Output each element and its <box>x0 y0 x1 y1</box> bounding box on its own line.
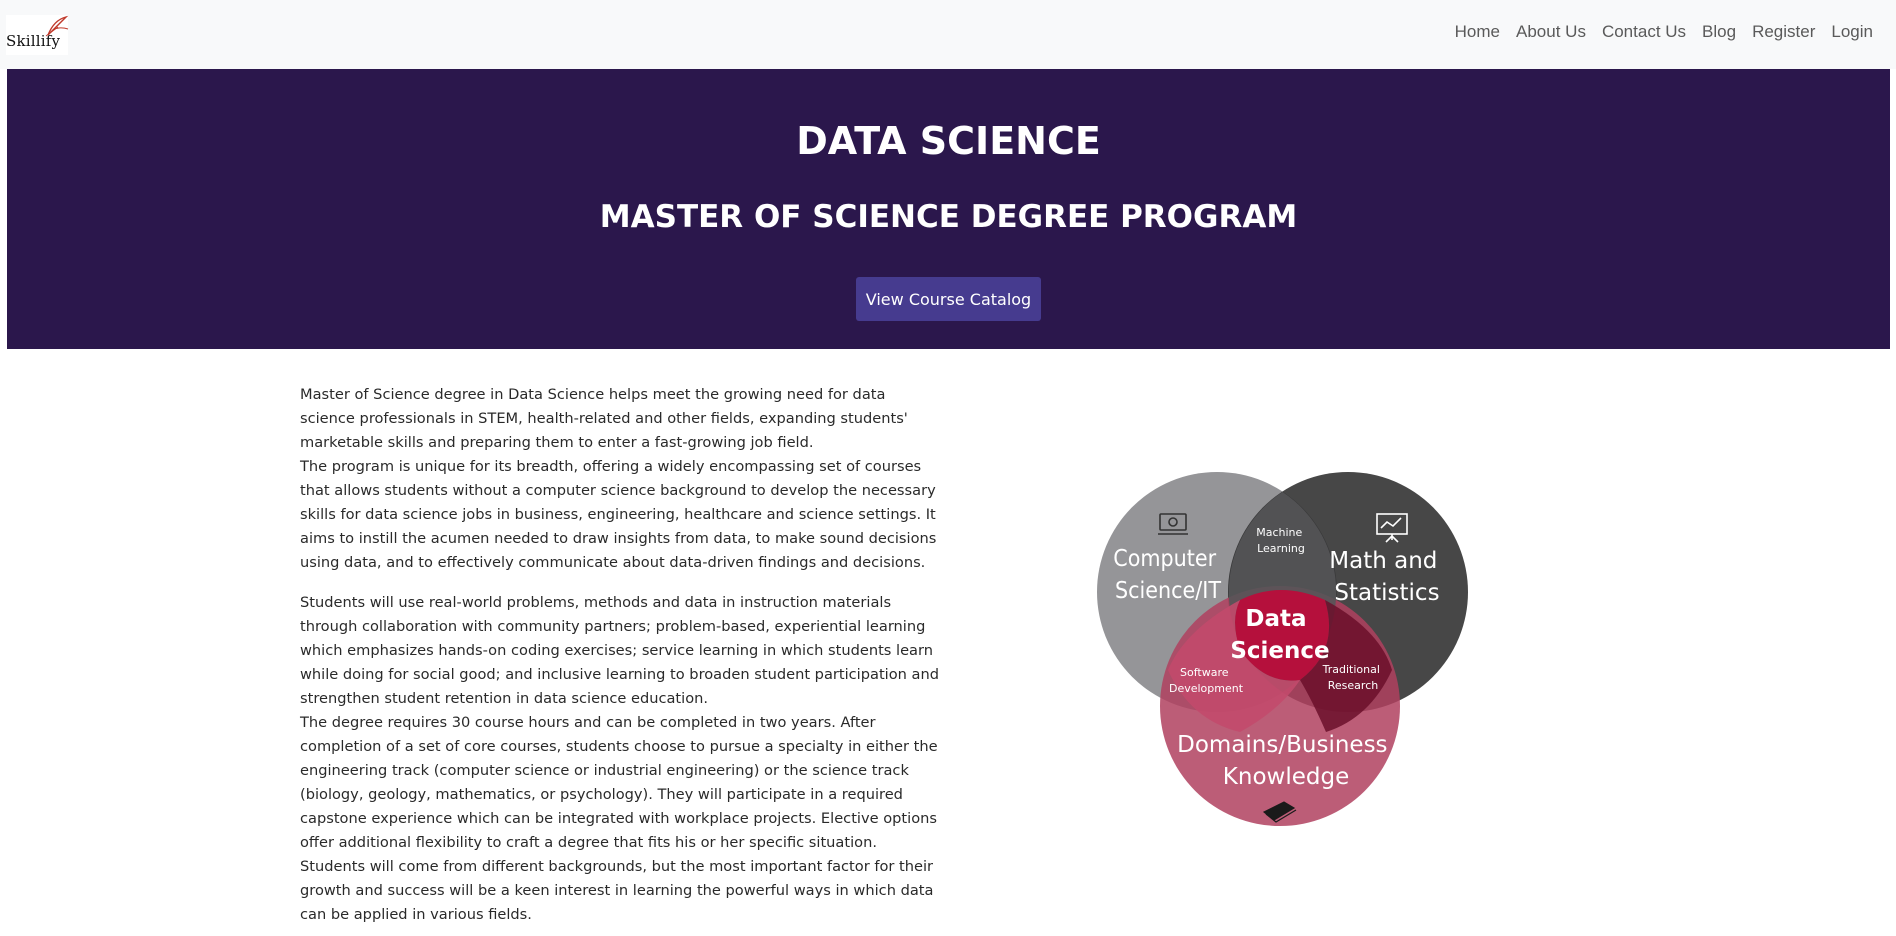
nav-home[interactable]: Home <box>1447 22 1508 42</box>
feather-quill-icon <box>45 15 69 37</box>
nav-about-us[interactable]: About Us <box>1508 22 1594 42</box>
hero-title: DATA SCIENCE <box>796 119 1101 163</box>
data-science-venn-diagram: Computer Science/IT Math and Statistics … <box>1097 472 1468 826</box>
description-paragraph: Students will use real-world problems, m… <box>300 594 939 707</box>
program-description: Master of Science degree in Data Science… <box>300 383 940 927</box>
description-paragraph: Master of Science degree in Data Science… <box>300 386 908 451</box>
description-paragraph: The degree requires 30 course hours and … <box>300 714 938 851</box>
nav-register[interactable]: Register <box>1744 22 1823 42</box>
navbar: Skillify Home About Us Contact Us Blog R… <box>0 0 1896 69</box>
nav-contact-us[interactable]: Contact Us <box>1594 22 1694 42</box>
nav-blog[interactable]: Blog <box>1694 22 1744 42</box>
description-paragraph: The program is unique for its breadth, o… <box>300 458 937 571</box>
nav-login[interactable]: Login <box>1823 22 1881 42</box>
nav-links: Home About Us Contact Us Blog Register L… <box>1447 22 1881 42</box>
hero-banner: DATA SCIENCE MASTER OF SCIENCE DEGREE PR… <box>7 69 1890 349</box>
hero-subtitle: MASTER OF SCIENCE DEGREE PROGRAM <box>599 199 1298 235</box>
brand-logo[interactable]: Skillify <box>6 15 69 55</box>
description-paragraph: Students will come from different backgr… <box>300 858 934 923</box>
view-course-catalog-button[interactable]: View Course Catalog <box>856 277 1041 321</box>
